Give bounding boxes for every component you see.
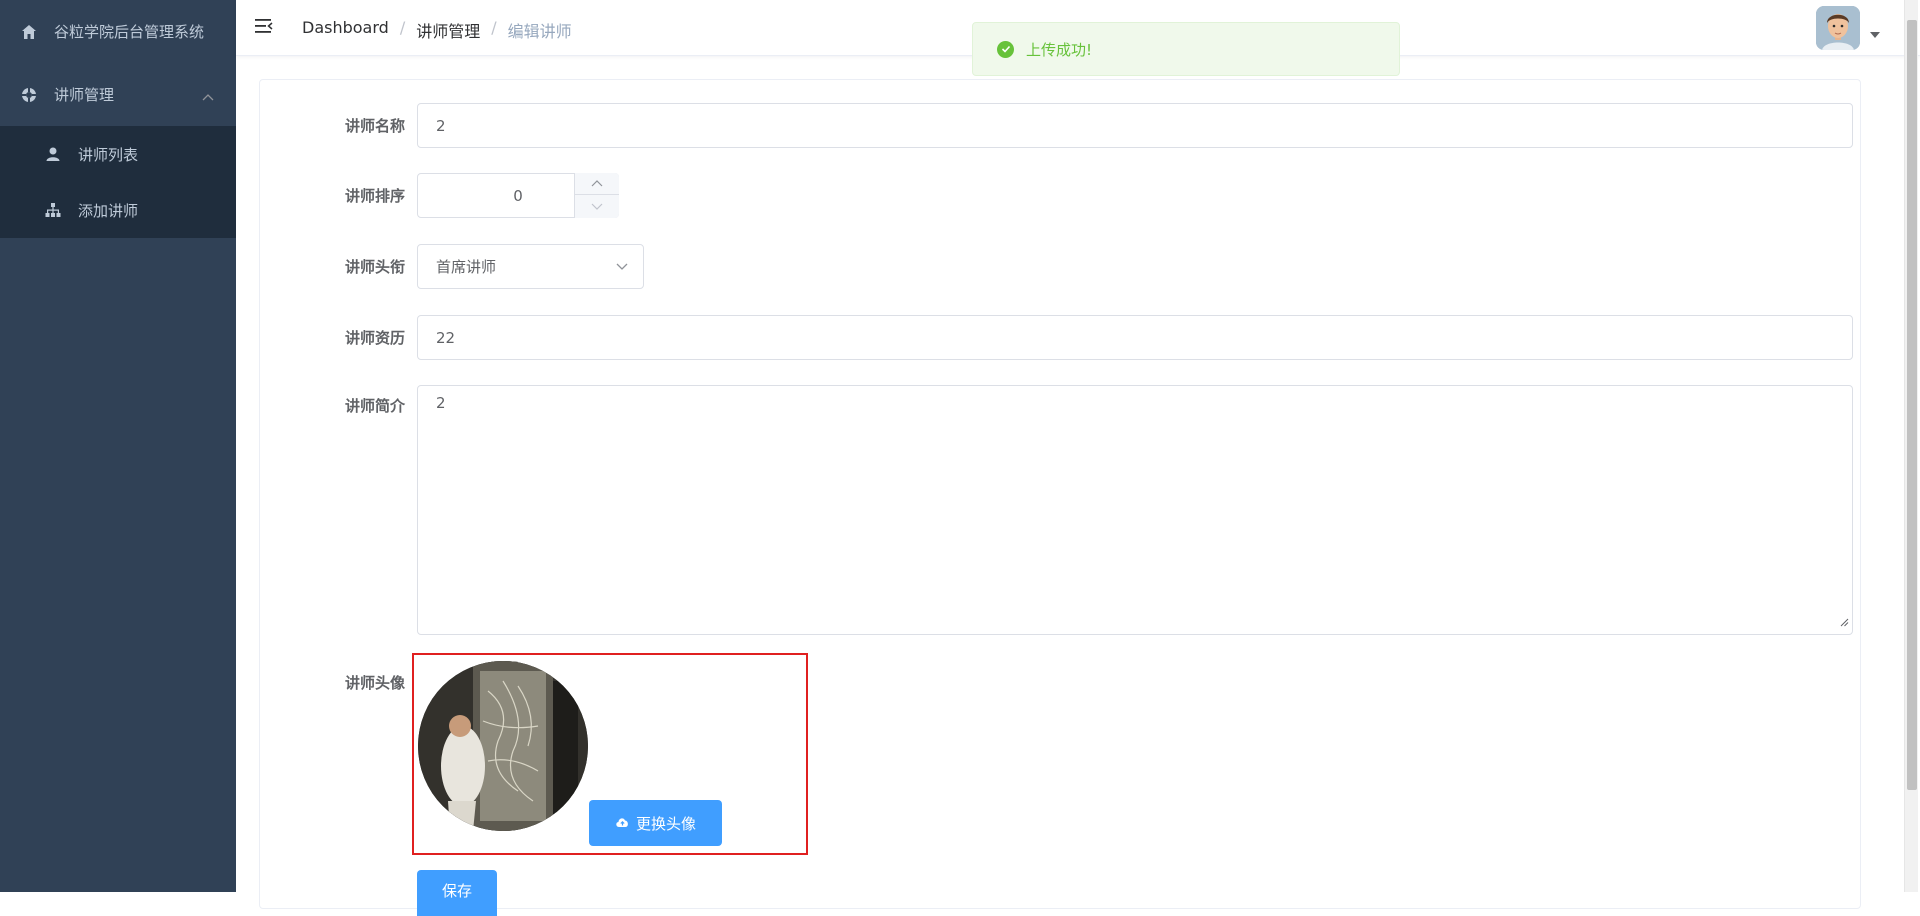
sidebar-item-add-teacher[interactable]: 添加讲师 [0, 182, 236, 238]
avatar-upload-area: 更换头像 [412, 653, 808, 855]
sidebar-group-label: 讲师管理 [54, 86, 115, 104]
sidebar-submenu: 讲师列表 添加讲师 [0, 126, 236, 238]
breadcrumb-separator: / [491, 18, 497, 37]
chevron-down-icon [615, 259, 629, 277]
teacher-avatar-image [418, 661, 588, 831]
sort-label: 讲师排序 [344, 187, 405, 205]
teacher-form-card: 讲师名称 2 讲师排序 0 讲师头衔 首席讲师 讲师资历 22 讲师简介 2 讲… [259, 79, 1861, 916]
sidebar-item-home[interactable]: 谷粒学院后台管理系统 [0, 0, 236, 63]
breadcrumb-teacher[interactable]: 讲师管理 [416, 18, 480, 42]
increase-icon[interactable] [575, 173, 619, 195]
level-select[interactable]: 首席讲师 [417, 244, 644, 289]
sidebar-item-label: 添加讲师 [78, 201, 139, 220]
quantity-stepper[interactable] [574, 173, 619, 218]
hamburger-icon[interactable] [254, 16, 274, 36]
avatar-label: 讲师头像 [344, 674, 405, 692]
breadcrumb-separator: / [399, 18, 406, 37]
intro-label: 讲师简介 [344, 397, 405, 415]
cloud-upload-icon [615, 814, 630, 832]
home-icon [20, 23, 38, 41]
caret-down-icon[interactable] [1870, 32, 1880, 38]
sidebar: 谷粒学院后台管理系统 讲师管理 讲师列表 添加讲师 [0, 0, 236, 892]
resize-handle-icon[interactable] [1839, 613, 1849, 631]
decrease-icon[interactable] [575, 195, 619, 217]
toast-message: 上传成功! [1026, 40, 1093, 59]
career-label: 讲师资历 [344, 329, 405, 347]
success-toast: 上传成功! [972, 22, 1400, 76]
save-label: 保存 [441, 882, 472, 900]
level-label: 讲师头衔 [344, 258, 405, 276]
sort-value: 0 [513, 186, 523, 205]
sidebar-title: 谷粒学院后台管理系统 [54, 23, 205, 41]
breadcrumb: Dashboard / 讲师管理 / 编辑讲师 [302, 18, 572, 42]
name-input[interactable]: 2 [417, 103, 1853, 148]
avatar[interactable] [1816, 6, 1860, 50]
page-scrollbar[interactable] [1904, 0, 1918, 892]
sidebar-item-label: 讲师列表 [78, 145, 139, 164]
chevron-up-icon [202, 87, 214, 105]
intro-textarea[interactable]: 2 [417, 385, 1853, 635]
breadcrumb-current: 编辑讲师 [507, 22, 572, 41]
sidebar-group-teacher[interactable]: 讲师管理 [0, 63, 236, 126]
change-avatar-button[interactable]: 更换头像 [589, 800, 722, 846]
sidebar-item-teacher-list[interactable]: 讲师列表 [0, 126, 236, 182]
user-menu[interactable] [1816, 6, 1880, 50]
name-label: 讲师名称 [344, 117, 405, 135]
level-value: 首席讲师 [436, 258, 497, 276]
user-icon [44, 145, 62, 163]
career-input[interactable]: 22 [417, 315, 1853, 360]
scrollbar-thumb[interactable] [1907, 20, 1917, 790]
save-button[interactable]: 保存 [417, 870, 497, 916]
change-avatar-label: 更换头像 [635, 814, 696, 833]
tree-icon [44, 201, 62, 219]
intro-value: 2 [436, 394, 446, 412]
breadcrumb-dashboard[interactable]: Dashboard [302, 18, 389, 42]
help-circle-icon [20, 86, 38, 104]
check-circle-icon [997, 40, 1014, 58]
